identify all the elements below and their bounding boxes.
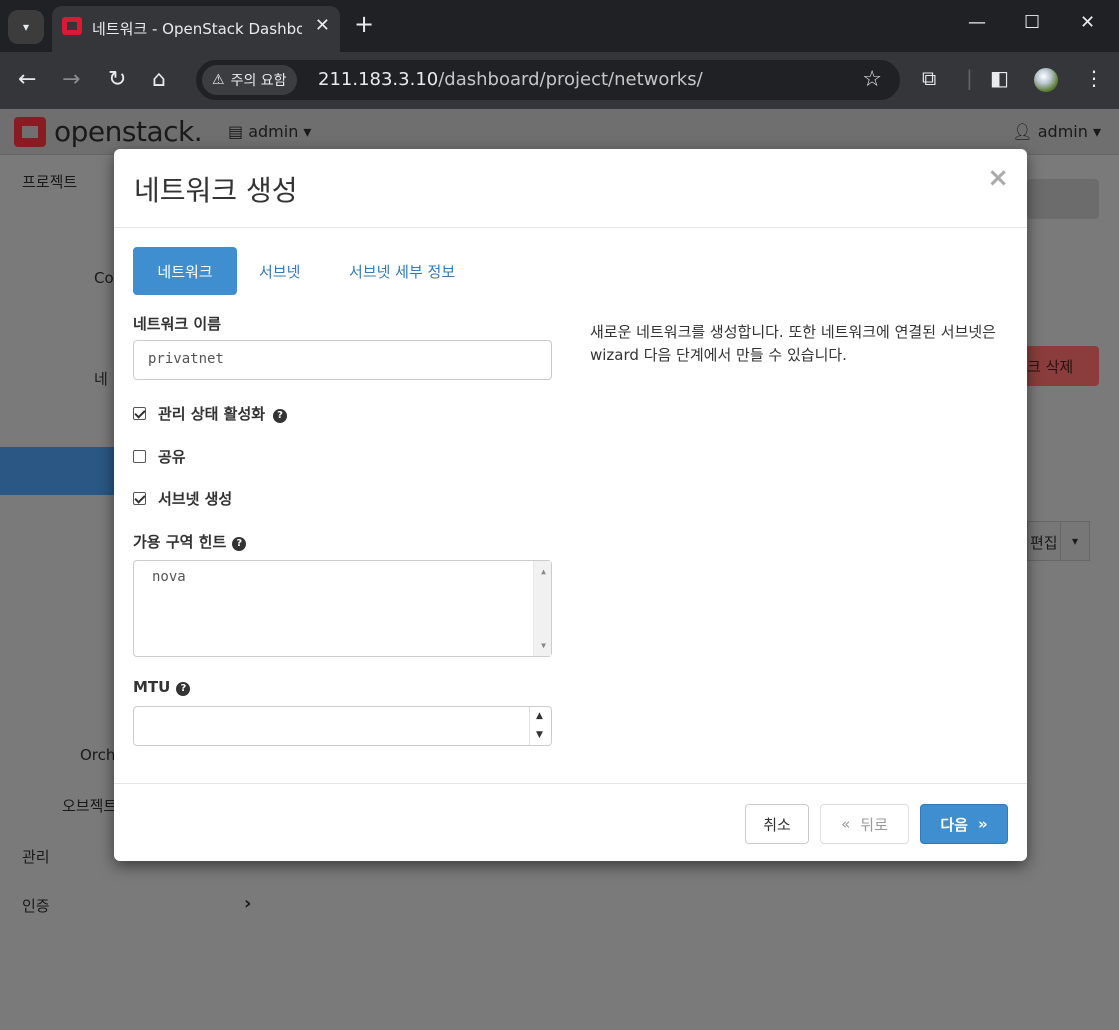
modal-header: 네트워크 생성 × <box>114 149 1027 228</box>
modal-title: 네트워크 생성 <box>134 174 298 207</box>
help-icon[interactable]: ? <box>273 409 288 423</box>
az-hint-option[interactable]: nova <box>152 569 186 585</box>
extensions-icon[interactable]: ⧉ <box>922 66 936 90</box>
tab-title: 네트워크 - OpenStack Dashboard <box>92 20 302 38</box>
side-panel-icon[interactable]: ◧ <box>990 66 1009 90</box>
forward-arrow-icon[interactable]: → <box>62 68 80 92</box>
shared-label: 공유 <box>158 448 186 466</box>
az-hint-label-row: 가용 구역 힌트? <box>133 531 247 552</box>
modal-footer: 취소 « 뒤로 다음 » <box>114 783 1027 861</box>
sidebar-item-identity[interactable]: 인증 <box>22 895 50 916</box>
security-chip[interactable]: ⚠ 주의 요함 <box>202 65 297 95</box>
scrollbar[interactable]: ▲ ▼ <box>533 561 551 656</box>
user-icon: 👤︎ <box>1012 122 1038 141</box>
home-icon[interactable]: ⌂ <box>152 68 166 92</box>
shared-checkbox[interactable] <box>133 450 146 463</box>
shared-row: 공유 <box>133 446 186 467</box>
url-host: 211.183.3.10 <box>318 69 439 90</box>
address-bar[interactable]: ⚠ 주의 요함 211.183.3.10/dashboard/project/n… <box>196 60 900 100</box>
help-icon[interactable]: ? <box>176 682 191 696</box>
browser-tab[interactable]: 네트워크 - OpenStack Dashboard ✕ <box>52 6 340 52</box>
cancel-label: 취소 <box>763 815 791 834</box>
sidebar-active-item[interactable] <box>0 447 114 495</box>
back-button[interactable]: « 뒤로 <box>820 804 909 844</box>
tab-search-button[interactable]: ▾ <box>8 10 44 44</box>
admin-state-checkbox[interactable] <box>133 407 146 420</box>
sidebar-item-admin[interactable]: 관리 <box>22 846 50 867</box>
user-menu-label: admin <box>1037 122 1088 141</box>
sidebar-item-network[interactable]: 네 <box>94 368 108 389</box>
project-icon: ▤ <box>228 122 249 141</box>
decrement-icon[interactable]: ▼ <box>536 730 543 740</box>
edit-network-label: 편집 <box>1030 534 1058 552</box>
breadcrumb <box>1027 179 1099 219</box>
tab-close-icon[interactable]: ✕ <box>315 15 330 36</box>
chevron-right-icon[interactable]: › <box>244 893 251 914</box>
project-selector-label: admin <box>248 122 299 141</box>
sidebar-item-project[interactable]: 프로젝트 <box>22 171 77 192</box>
network-name-label: 네트워크 이름 <box>133 315 222 333</box>
mtu-label: MTU <box>133 678 171 696</box>
create-subnet-checkbox[interactable] <box>133 492 146 505</box>
help-icon[interactable]: ? <box>232 537 247 551</box>
openstack-favicon-icon <box>62 17 82 35</box>
modal-description: 새로운 네트워크를 생성합니다. 또한 네트워크에 연결된 서브넷은 wizar… <box>590 323 996 364</box>
toolbar-divider: | <box>966 66 973 90</box>
next-label: 다음 <box>940 815 968 834</box>
mtu-stepper[interactable]: ▲ ▼ <box>529 707 551 745</box>
back-label: 뒤로 <box>860 815 888 834</box>
maximize-icon[interactable]: ☐ <box>1024 12 1040 33</box>
az-hint-select[interactable]: nova ▲ ▼ <box>133 560 552 657</box>
double-left-icon: « <box>841 815 851 833</box>
network-name-input[interactable]: privatnet <box>133 340 552 380</box>
url-text: 211.183.3.10/dashboard/project/networks/ <box>318 69 703 90</box>
create-subnet-label: 서브넷 생성 <box>158 490 233 508</box>
security-label: 주의 요함 <box>230 73 287 89</box>
sidebar-item-compute[interactable]: Co <box>94 269 114 287</box>
back-arrow-icon[interactable]: ← <box>18 68 36 92</box>
new-tab-button[interactable]: + <box>354 12 374 36</box>
project-selector[interactable]: ▤ admin ▾ <box>228 122 311 141</box>
double-right-icon: » <box>977 815 988 833</box>
modal-close-icon[interactable]: × <box>987 163 1009 193</box>
create-subnet-row: 서브넷 생성 <box>133 488 232 509</box>
delete-networks-button[interactable]: 크 삭제 <box>1027 346 1099 386</box>
scroll-up-icon[interactable]: ▲ <box>541 567 546 576</box>
mtu-input[interactable]: ▲ ▼ <box>133 706 552 746</box>
admin-state-label: 관리 상태 활성화 <box>158 405 266 423</box>
url-path: /dashboard/project/networks/ <box>438 69 703 90</box>
warning-icon: ⚠ <box>212 72 225 88</box>
openstack-logo-text: openstack. <box>54 115 203 148</box>
openstack-logo-icon <box>14 117 46 147</box>
window-close-icon[interactable]: ✕ <box>1080 12 1095 33</box>
next-button[interactable]: 다음 » <box>920 804 1008 844</box>
browser-tab-strip: ▾ 네트워크 - OpenStack Dashboard ✕ + — ☐ ✕ <box>0 0 1119 52</box>
tab-subnet[interactable]: 서브넷 <box>259 247 300 295</box>
more-menu-icon[interactable]: ⋮ <box>1084 66 1104 90</box>
browser-toolbar: ← → ↻ ⌂ ⚠ 주의 요함 211.183.3.10/dashboard/p… <box>0 52 1119 109</box>
caret-down-icon: ▾ <box>1071 534 1079 548</box>
sidebar-item-orchestration[interactable]: Orch <box>80 746 115 764</box>
increment-icon[interactable]: ▲ <box>536 711 543 721</box>
bookmark-star-icon[interactable]: ☆ <box>862 67 882 92</box>
tab-subnet-details[interactable]: 서브넷 세부 정보 <box>349 247 455 295</box>
mtu-label-row: MTU? <box>133 678 191 696</box>
minimize-icon[interactable]: — <box>968 12 986 33</box>
tab-network[interactable]: 네트워크 <box>133 247 237 295</box>
create-network-modal: 네트워크 생성 × 네트워크 서브넷 서브넷 세부 정보 네트워크 이름 pri… <box>114 149 1027 861</box>
sidebar-item-object-store[interactable]: 오브젝트 <box>62 795 117 816</box>
scroll-down-icon[interactable]: ▼ <box>541 641 546 650</box>
row-actions-dropdown[interactable]: ▾ <box>1060 521 1090 561</box>
admin-state-row: 관리 상태 활성화? <box>133 403 288 424</box>
delete-networks-label: 크 삭제 <box>1027 358 1074 376</box>
cancel-button[interactable]: 취소 <box>745 804 809 844</box>
az-hint-label: 가용 구역 힌트 <box>133 533 227 551</box>
reload-icon[interactable]: ↻ <box>108 68 126 92</box>
profile-avatar[interactable] <box>1034 68 1058 92</box>
user-menu[interactable]: 👤︎ admin ▾ <box>1012 122 1101 141</box>
